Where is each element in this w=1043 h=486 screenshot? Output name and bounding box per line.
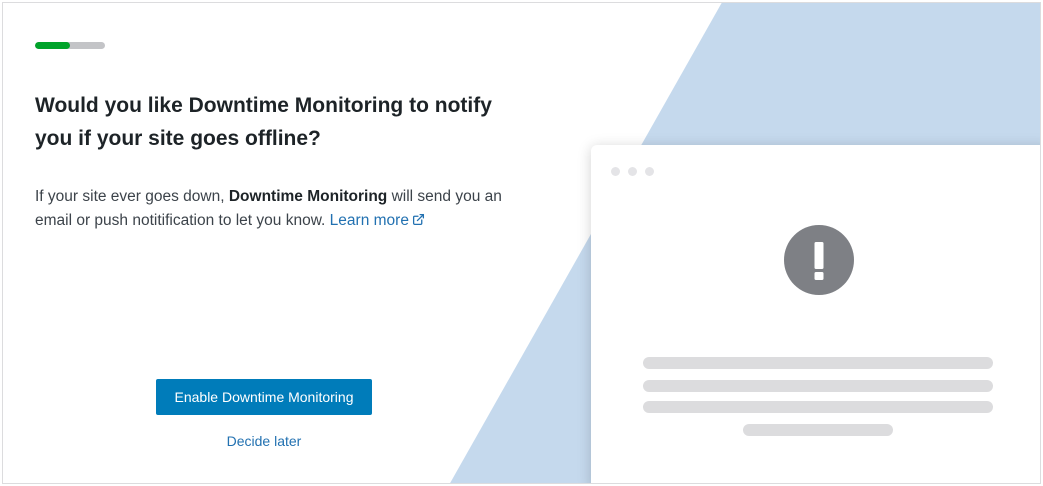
- description-product-name: Downtime Monitoring: [228, 188, 388, 205]
- window-dot: [645, 167, 654, 176]
- learn-more-label: Learn more: [329, 212, 409, 229]
- learn-more-link[interactable]: Learn more: [330, 212, 425, 229]
- placeholder-line: [643, 357, 993, 369]
- placeholder-line: [743, 424, 893, 436]
- placeholder-line: [643, 401, 993, 413]
- description-prefix: If your site ever goes down,: [35, 188, 229, 205]
- decide-later-link[interactable]: Decide later: [156, 433, 372, 449]
- onboarding-card: Would you like Downtime Monitoring to no…: [2, 2, 1041, 484]
- exclamation-circle-icon: [784, 225, 854, 295]
- progress-bar: [35, 42, 105, 49]
- page-title: Would you like Downtime Monitoring to no…: [35, 94, 492, 150]
- external-link-icon: [412, 213, 424, 226]
- window-controls: [611, 167, 654, 176]
- browser-window-illustration: [591, 145, 1040, 483]
- placeholder-line: [643, 380, 993, 392]
- enable-downtime-monitoring-button[interactable]: Enable Downtime Monitoring: [156, 379, 372, 415]
- window-dot: [628, 167, 637, 176]
- progress-bar-fill: [35, 42, 70, 49]
- description: If your site ever goes down, Downtime Mo…: [35, 185, 535, 233]
- window-dot: [611, 167, 620, 176]
